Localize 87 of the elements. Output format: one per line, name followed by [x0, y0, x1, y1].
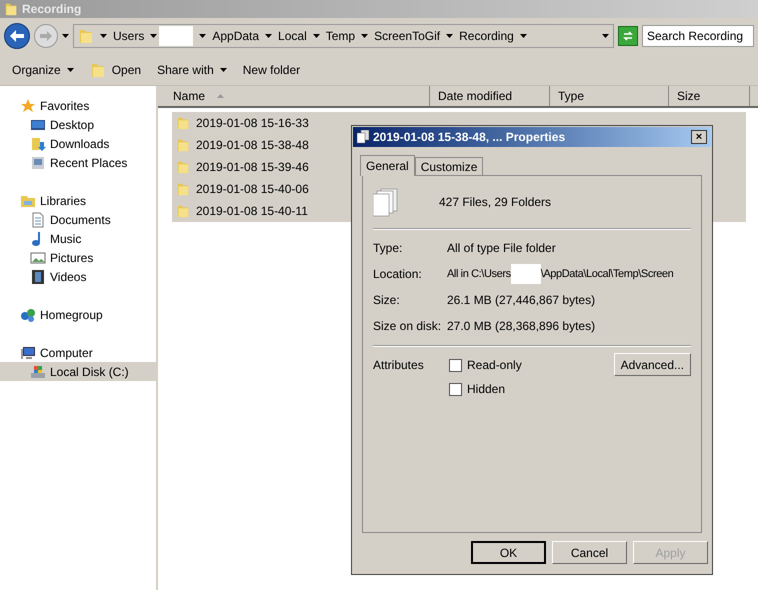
caret-icon [361, 34, 368, 38]
caret-icon [220, 68, 227, 72]
property-value: All of type File folder [447, 240, 556, 257]
dialog-tab[interactable]: General [360, 155, 415, 176]
nav-group[interactable]: Favorites [0, 96, 156, 115]
nav-item[interactable]: Recent Places [0, 153, 156, 172]
caret-icon [602, 34, 609, 38]
nav-item[interactable]: Music [0, 229, 156, 248]
nav-group[interactable]: Libraries [0, 191, 156, 210]
toolbar-button[interactable]: Share with [157, 60, 227, 78]
nav-item[interactable]: Pictures [0, 248, 156, 267]
breadcrumb[interactable]: Users [113, 27, 144, 45]
star-icon [20, 98, 36, 114]
caret-icon [265, 34, 272, 38]
toolbar-button[interactable]: New folder [242, 60, 300, 78]
breadcrumb[interactable]: ScreenToGif [374, 27, 440, 45]
homegroup-icon [20, 306, 36, 322]
property-value: \AppData\Local\Temp\Screen [540, 266, 674, 282]
caret-icon [150, 34, 158, 38]
nav-item[interactable]: Videos [0, 267, 156, 286]
property-value: 27.0 MB (28,368,896 bytes) [447, 318, 596, 335]
caret-icon [199, 34, 206, 38]
recent-places-icon [30, 154, 46, 170]
summary-text: 427 Files, 29 Folders [439, 194, 552, 211]
property-value: 26.1 MB (27,446,867 bytes) [447, 292, 596, 309]
advanced-button[interactable]: Advanced... [614, 353, 691, 376]
breadcrumb[interactable]: Local [278, 27, 307, 45]
attribute-checkbox[interactable]: Read-only [449, 356, 614, 374]
caret-icon [312, 34, 320, 38]
caret-icon [100, 34, 107, 38]
dialog-button[interactable]: Cancel [552, 541, 627, 564]
nav-group[interactable]: Computer [0, 343, 156, 362]
property-value: All in C:\Users [447, 266, 511, 282]
column-header[interactable]: Date modified [430, 86, 550, 106]
caret-icon [66, 68, 74, 72]
back-button[interactable] [4, 23, 30, 49]
download-folder-icon [30, 136, 46, 152]
dialog-button[interactable]: OK [471, 541, 546, 564]
folder-icon [176, 160, 190, 174]
folder-icon [176, 182, 190, 196]
folder-icon [176, 138, 190, 152]
files-icon [357, 130, 369, 144]
column-header[interactable]: Size [669, 86, 750, 106]
toolbar-button[interactable]: Organize [12, 60, 74, 78]
dialog-tab[interactable]: Customize [414, 157, 484, 175]
folder-icon [90, 62, 106, 78]
back-arrow-icon [10, 30, 24, 42]
caret-icon [520, 34, 527, 38]
attribute-checkbox[interactable]: Hidden [449, 380, 614, 398]
breadcrumb[interactable]: Temp [326, 27, 356, 45]
forward-arrow-icon [40, 31, 52, 41]
breadcrumb[interactable]: AppData [212, 27, 260, 45]
nav-item[interactable]: Documents [0, 210, 156, 229]
property-label: Size: [373, 292, 401, 309]
toolbar-button[interactable]: Open [90, 60, 142, 78]
property-label: Size on disk: [373, 318, 442, 335]
nav-group[interactable]: Homegroup [0, 305, 156, 324]
nav-item[interactable]: Desktop [0, 115, 156, 134]
column-header[interactable]: Type [550, 86, 669, 106]
drive-icon [30, 364, 46, 380]
document-icon [30, 212, 46, 228]
refresh-button[interactable] [618, 26, 638, 46]
folder-icon [78, 28, 94, 44]
close-button[interactable]: × [691, 130, 707, 144]
redaction-block [510, 264, 541, 284]
search-field[interactable]: Search Recording [642, 25, 754, 47]
attributes-label: Attributes [373, 357, 425, 374]
column-header[interactable]: Name [158, 86, 430, 106]
window-title: Recording [22, 1, 82, 18]
property-label: Location: [373, 266, 423, 283]
film-icon [30, 268, 46, 284]
folder-icon [176, 116, 190, 130]
address-bar[interactable]: Users AppData Local Temp ScreenToGif Recording [73, 24, 614, 48]
property-label: Type: [373, 240, 404, 257]
refresh-icon [622, 30, 634, 42]
caret-icon [446, 34, 454, 38]
files-icon [373, 187, 399, 217]
folder-icon [176, 204, 190, 218]
nav-item[interactable]: Downloads [0, 134, 156, 153]
redaction-block [159, 26, 194, 46]
nav-item[interactable]: Local Disk (C:) [0, 362, 156, 381]
picture-icon [30, 250, 46, 266]
breadcrumb[interactable]: Recording [459, 27, 514, 45]
computer-icon [20, 344, 36, 360]
folder-icon [4, 2, 18, 16]
sort-arrow-icon [217, 94, 224, 98]
caret-icon [62, 34, 69, 38]
